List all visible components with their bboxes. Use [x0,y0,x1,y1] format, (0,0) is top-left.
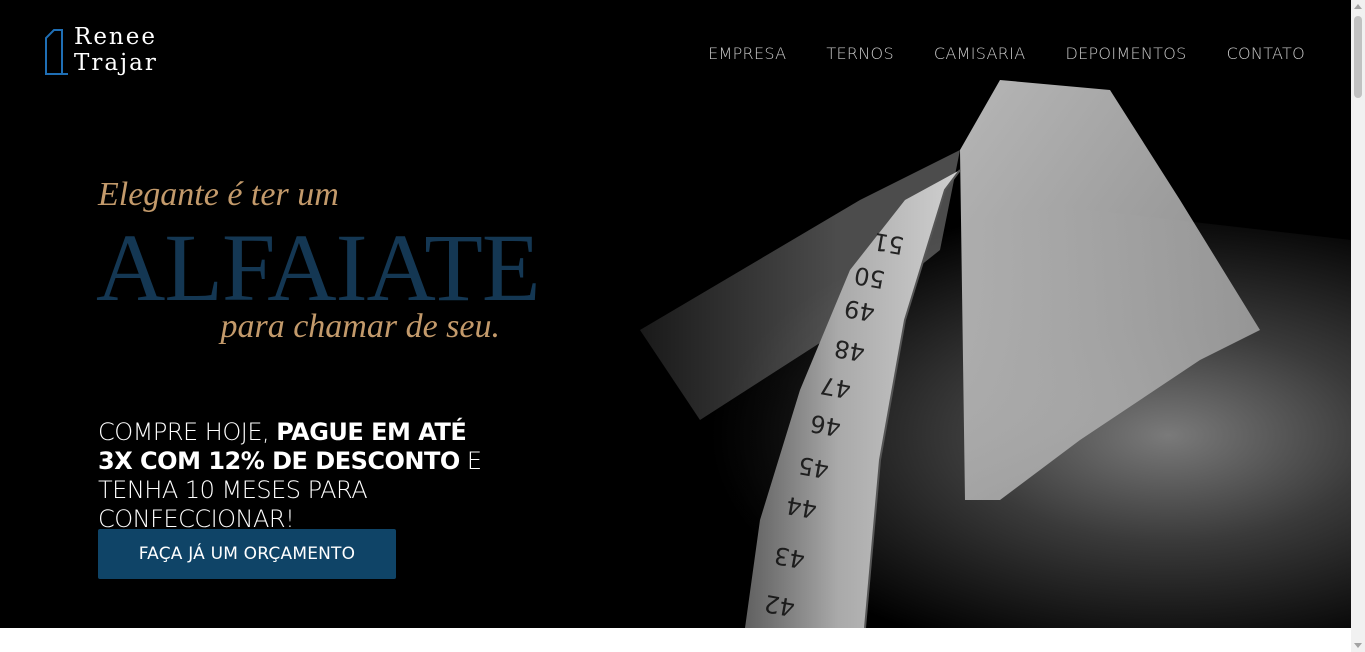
quote-button[interactable]: FAÇA JÁ UM ORÇAMENTO [98,529,396,579]
page-scrollbar[interactable] [1351,0,1365,652]
promo-text-part1: COMPRE HOJE, [98,418,277,446]
nav-item-ternos[interactable]: TERNOS [826,44,894,63]
hero-banner: 51504948474645444342 Renee Trajar EMPRES… [0,0,1351,628]
nav-item-camisaria[interactable]: CAMISARIA [934,44,1026,63]
building-outline-icon [45,29,68,75]
main-nav: EMPRESA TERNOS CAMISARIA DEPOIMENTOS CON… [708,44,1305,63]
brand-name-line1: Renee [74,24,157,50]
hero-tagline-top: Elegante é ter um [98,176,339,213]
scrollbar-thumb[interactable] [1354,16,1362,98]
scroll-up-arrow-icon[interactable] [1354,4,1362,9]
nav-item-contato[interactable]: CONTATO [1227,44,1305,63]
brand-name-line2: Trajar [74,50,158,76]
promo-text: COMPRE HOJE, PAGUE EM ATÉ 3X COM 12% DE … [98,418,498,534]
nav-item-depoimentos[interactable]: DEPOIMENTOS [1065,44,1186,63]
nav-item-empresa[interactable]: EMPRESA [708,44,786,63]
brand-logo[interactable]: Renee Trajar [44,24,184,84]
hero-tagline-bottom: para chamar de seu. [220,308,500,345]
brand-name: Renee Trajar [74,24,158,76]
hero-headline: ALFAIATE [96,214,540,321]
scroll-down-arrow-icon[interactable] [1354,643,1362,648]
